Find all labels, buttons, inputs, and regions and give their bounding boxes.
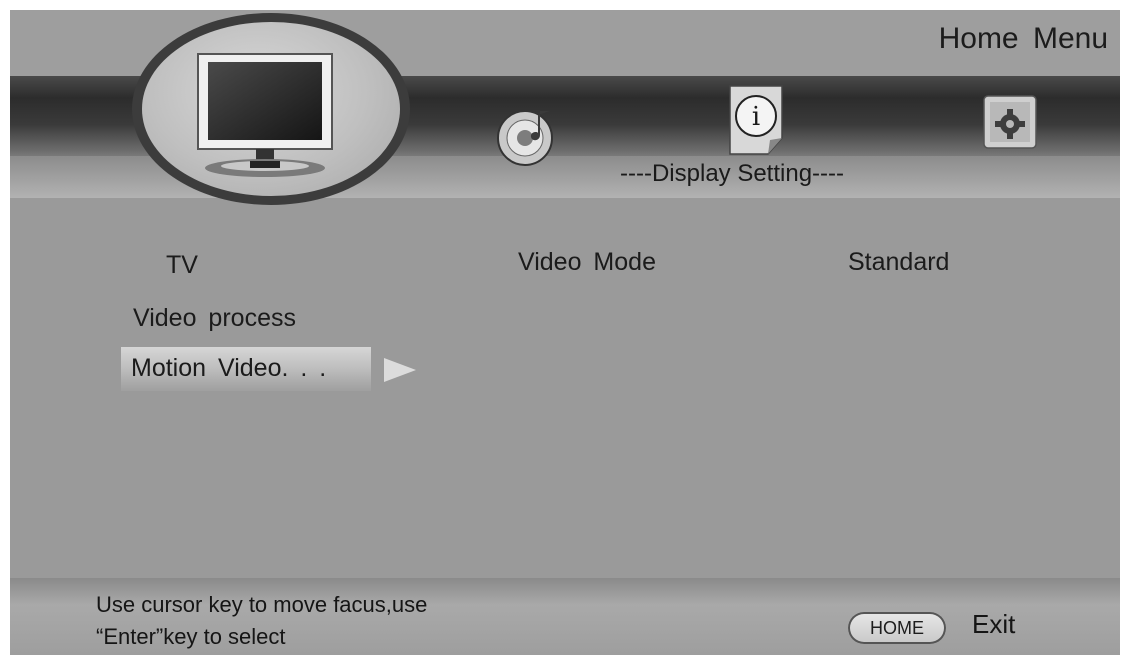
footer-hint-line-1: Use cursor key to move facus,use	[96, 592, 428, 617]
exit-label: Exit	[972, 609, 1016, 639]
section-title: ----Display Setting----	[620, 160, 845, 187]
home-menu-screen: Home Menu ----Display Setting---- i TV V…	[10, 10, 1120, 655]
tv-icon[interactable]	[190, 50, 340, 180]
menu-item-motion-video-label: Motion Video. . .	[131, 354, 327, 382]
menu-item-motion-video[interactable]: Motion Video. . .	[121, 347, 371, 391]
gear-icon[interactable]	[980, 92, 1040, 152]
menu-item-tv[interactable]: TV	[166, 251, 198, 280]
page-title: Home Menu	[938, 22, 1108, 55]
info-icon[interactable]: i	[720, 80, 800, 160]
footer-hint-line-2: “Enter”key to select	[96, 624, 286, 649]
video-mode-label[interactable]: Video Mode	[518, 248, 656, 277]
video-mode-value[interactable]: Standard	[848, 248, 949, 277]
home-key-button[interactable]: HOME	[848, 612, 946, 644]
music-disc-icon[interactable]	[496, 105, 558, 167]
arrow-right-icon[interactable]	[384, 358, 416, 382]
svg-text:i: i	[752, 102, 760, 132]
menu-item-video-process[interactable]: Video process	[133, 304, 296, 333]
